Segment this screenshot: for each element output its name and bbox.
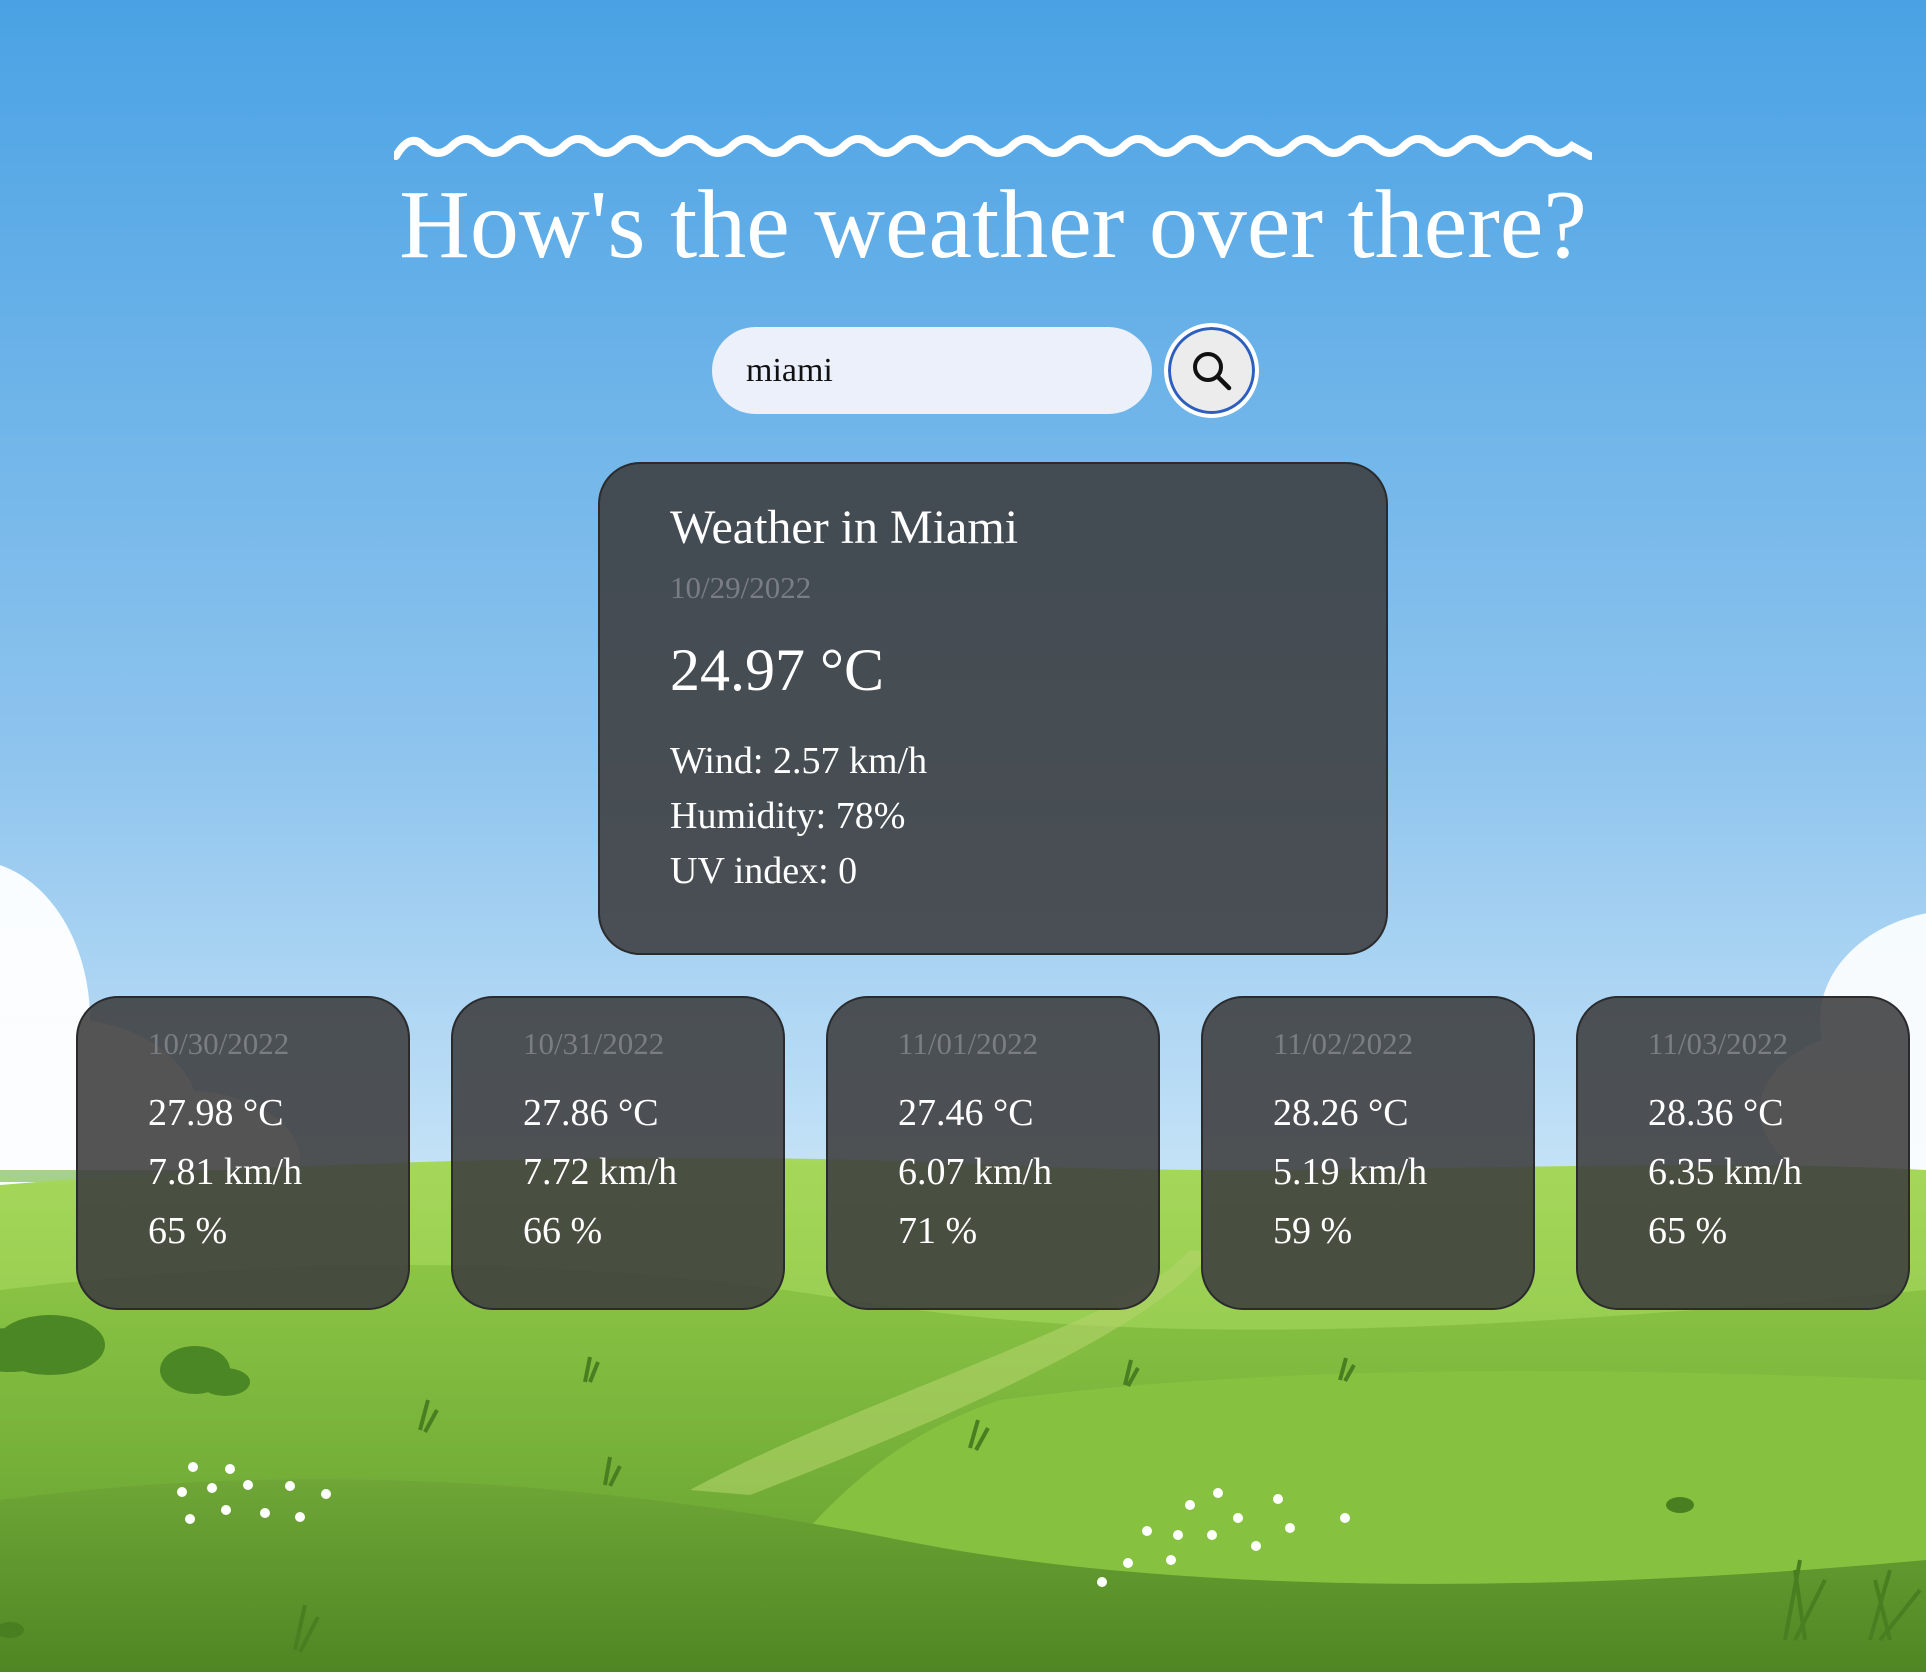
forecast-temperature: 28.26 °C [1273,1092,1409,1134]
current-uv-index: UV index: 0 [670,850,858,892]
wave-decoration-icon [394,135,1592,160]
forecast-humidity: 65 % [148,1210,228,1252]
page: How's the weather over there? Weather in… [0,0,1926,1672]
forecast-date: 11/01/2022 [898,1026,1039,1061]
forecast-card: 11/03/2022 28.36 °C 6.35 km/h 65 % [1576,996,1910,1310]
page-title: How's the weather over there? [399,171,1587,279]
search-icon [1192,351,1231,390]
current-weather-card: Weather in Miami 10/29/2022 24.97 °C Win… [598,462,1388,955]
forecast-card: 11/01/2022 27.46 °C 6.07 km/h 71 % [826,996,1160,1310]
forecast-wind: 6.35 km/h [1648,1151,1803,1193]
forecast-temperature: 27.46 °C [898,1092,1034,1134]
forecast-temperature: 28.36 °C [1648,1092,1784,1134]
forecast-humidity: 59 % [1273,1210,1353,1252]
current-temperature: 24.97 °C [670,637,885,703]
forecast-card: 10/31/2022 27.86 °C 7.72 km/h 66 % [451,996,785,1310]
forecast-wind: 7.81 km/h [148,1151,303,1193]
forecast-humidity: 66 % [523,1210,603,1252]
forecast-wind: 6.07 km/h [898,1151,1053,1193]
forecast-humidity: 65 % [1648,1210,1728,1252]
forecast-card: 11/02/2022 28.26 °C 5.19 km/h 59 % [1201,996,1535,1310]
forecast-card: 10/30/2022 27.98 °C 7.81 km/h 65 % [76,996,410,1310]
forecast-temperature: 27.98 °C [148,1092,284,1134]
forecast-list: 10/30/2022 27.98 °C 7.81 km/h 65 % 10/31… [76,996,1912,1310]
search-input[interactable] [712,327,1152,414]
forecast-wind: 5.19 km/h [1273,1151,1428,1193]
header: How's the weather over there? [394,128,1592,280]
current-weather-title: Weather in Miami [670,501,1019,554]
forecast-date: 10/31/2022 [523,1026,665,1061]
forecast-humidity: 71 % [898,1210,978,1252]
forecast-date: 10/30/2022 [148,1026,290,1061]
forecast-wind: 7.72 km/h [523,1151,678,1193]
current-date: 10/29/2022 [670,570,812,605]
forecast-date: 11/03/2022 [1648,1026,1789,1061]
search-button[interactable] [1164,323,1259,418]
current-humidity: Humidity: 78% [670,795,906,837]
forecast-temperature: 27.86 °C [523,1092,659,1134]
forecast-date: 11/02/2022 [1273,1026,1414,1061]
current-wind: Wind: 2.57 km/h [670,740,928,782]
